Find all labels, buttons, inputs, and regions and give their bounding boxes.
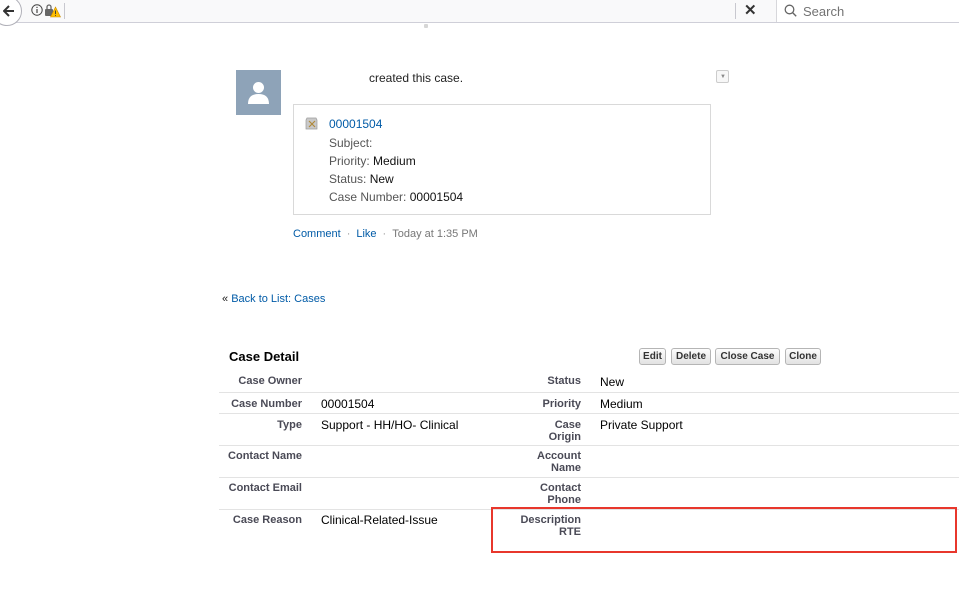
field-label-contact-email: Contact Email: [228, 482, 302, 494]
field-value-case-number: 00001504: [321, 397, 375, 411]
field-value-priority: Medium: [600, 397, 643, 411]
url-separator: [64, 3, 65, 19]
back-arrow-icon: [3, 5, 14, 17]
delete-button[interactable]: Delete: [671, 348, 711, 365]
back-to-list-link[interactable]: « Back to List: Cases: [222, 293, 325, 305]
chevron-down-icon: ▼: [720, 74, 726, 80]
separator-dot: ·: [382, 228, 387, 240]
row-divider: [219, 445, 959, 446]
field-label-status: Status: [547, 375, 581, 387]
browser-search-box[interactable]: Search: [776, 0, 959, 22]
case-subject-field: Subject:: [329, 136, 373, 150]
separator-dot: ·: [346, 228, 351, 240]
search-icon: [784, 4, 797, 17]
case-number-link[interactable]: 00001504: [329, 117, 382, 131]
toolbar-separator: [735, 3, 736, 19]
field-label-case-owner: Case Owner: [238, 375, 302, 387]
field-value-type: Support - HH/HO- Clinical: [321, 418, 459, 432]
case-number-field: Case Number: 00001504: [329, 190, 464, 204]
field-label-case-origin: Case Origin: [548, 419, 581, 443]
field-label-type: Type: [277, 419, 302, 431]
field-label-priority: Priority: [542, 398, 581, 410]
user-icon: [248, 82, 269, 104]
field-label-contact-phone: Contact Phone: [540, 482, 581, 506]
scroll-indicator: [424, 24, 428, 28]
field-label-account-name: Account Name: [537, 450, 581, 474]
field-value-case-reason: Clinical-Related-Issue: [321, 513, 438, 527]
avatar[interactable]: [236, 70, 281, 115]
field-label-case-number: Case Number: [231, 398, 302, 410]
feed-actions: Comment · Like · Today at 1:35 PM: [293, 228, 478, 240]
feed-post-text: created this case.: [369, 71, 464, 85]
info-icon[interactable]: [31, 4, 43, 16]
clone-button[interactable]: Clone: [785, 348, 821, 365]
case-status-field: Status: New: [329, 172, 394, 186]
comment-link[interactable]: Comment: [293, 228, 341, 240]
case-detail-title: Case Detail: [229, 349, 300, 364]
highlight-annotation-box: [491, 507, 957, 553]
close-case-button[interactable]: Close Case: [715, 348, 780, 365]
feed-item-menu-button[interactable]: ▼: [716, 70, 729, 83]
field-value-case-origin: Private Support: [600, 418, 683, 432]
browser-toolbar: ✕ Search: [0, 0, 959, 26]
insecure-lock-warning-icon[interactable]: [44, 4, 61, 18]
case-icon: [305, 117, 318, 130]
row-divider: [219, 392, 959, 393]
close-icon[interactable]: ✕: [744, 2, 757, 20]
back-button[interactable]: [0, 0, 22, 26]
field-value-status: New: [600, 375, 625, 389]
row-divider: [219, 477, 959, 478]
field-label-case-reason: Case Reason: [232, 514, 302, 526]
row-divider: [219, 413, 959, 414]
field-label-contact-name: Contact Name: [228, 450, 302, 462]
edit-button[interactable]: Edit: [639, 348, 666, 365]
case-priority-field: Priority: Medium: [329, 154, 416, 168]
search-input[interactable]: Search: [803, 4, 844, 19]
post-timestamp: Today at 1:35 PM: [392, 228, 478, 240]
case-feed-card: 00001504 Subject: Priority: Medium Statu…: [293, 104, 711, 215]
like-link[interactable]: Like: [356, 228, 376, 240]
